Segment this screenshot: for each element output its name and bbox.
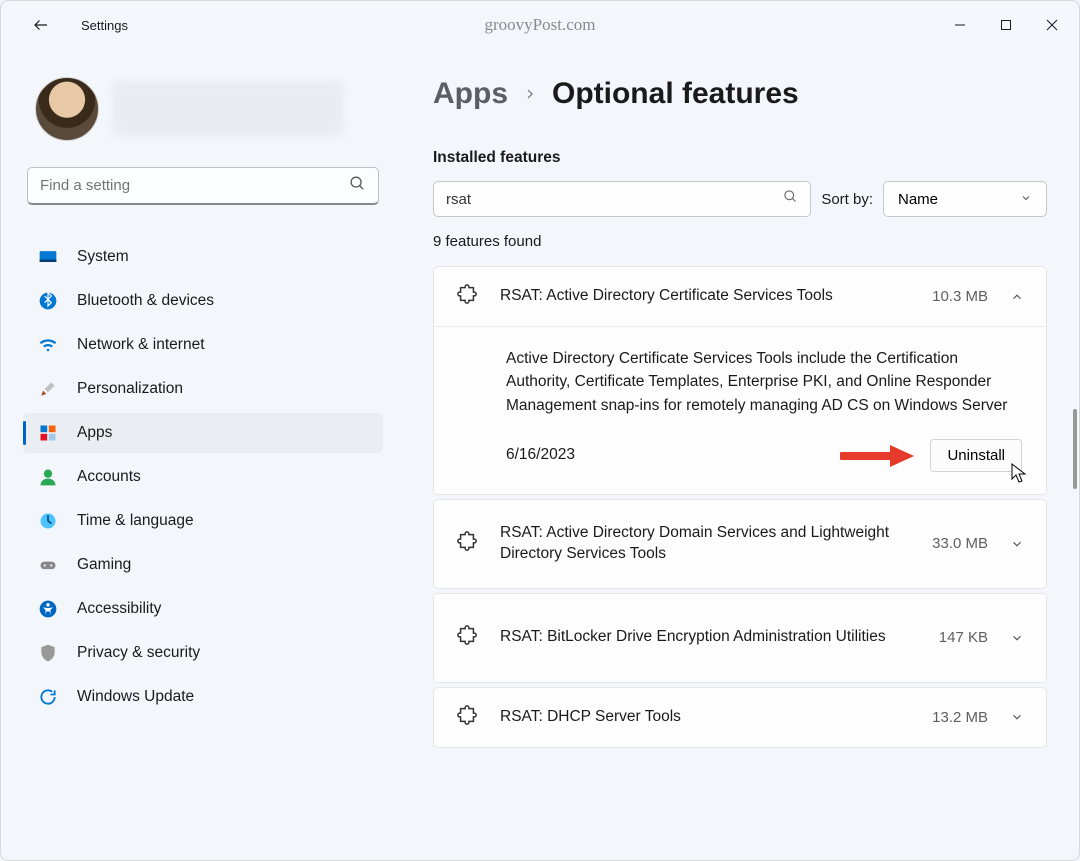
sidebar-item-apps[interactable]: Apps: [23, 413, 383, 453]
apps-icon: [37, 422, 59, 444]
uninstall-button[interactable]: Uninstall: [930, 439, 1022, 472]
accessibility-icon: [37, 598, 59, 620]
search-icon: [349, 175, 366, 197]
settings-search-input[interactable]: [40, 177, 349, 194]
feature-body: Active Directory Certificate Services To…: [434, 326, 1046, 494]
sidebar-item-accounts[interactable]: Accounts: [23, 457, 383, 497]
system-icon: [37, 246, 59, 268]
breadcrumb-current: Optional features: [552, 77, 799, 111]
back-button[interactable]: [21, 5, 61, 45]
clock-globe-icon: [37, 510, 59, 532]
main-content: Apps Optional features Installed feature…: [401, 49, 1079, 860]
feature-size: 147 KB: [916, 629, 988, 646]
feature-card: RSAT: DHCP Server Tools 13.2 MB: [433, 687, 1047, 748]
nav-label: Windows Update: [77, 688, 194, 706]
nav-label: Gaming: [77, 556, 131, 574]
chevron-down-icon: [1010, 710, 1024, 724]
shield-icon: [37, 642, 59, 664]
nav-label: Network & internet: [77, 336, 205, 354]
feature-title: RSAT: Active Directory Domain Services a…: [500, 523, 894, 565]
sort-value: Name: [898, 191, 938, 208]
puzzle-icon: [456, 283, 478, 310]
sidebar-item-time[interactable]: Time & language: [23, 501, 383, 541]
feature-description: Active Directory Certificate Services To…: [506, 347, 1022, 417]
nav-label: Apps: [77, 424, 112, 442]
close-button[interactable]: [1029, 9, 1075, 41]
breadcrumb: Apps Optional features: [433, 77, 1047, 111]
user-name-redacted: [113, 82, 343, 136]
nav-label: Privacy & security: [77, 644, 200, 662]
feature-footer: 6/16/2023 Uninstall: [506, 439, 1022, 472]
user-account-row[interactable]: [35, 77, 387, 141]
puzzle-icon: [456, 530, 478, 557]
sidebar-item-network[interactable]: Network & internet: [23, 325, 383, 365]
feature-card: RSAT: BitLocker Drive Encryption Adminis…: [433, 593, 1047, 683]
sort-label: Sort by:: [821, 191, 873, 208]
feature-header[interactable]: RSAT: BitLocker Drive Encryption Adminis…: [434, 594, 1046, 682]
update-icon: [37, 686, 59, 708]
feature-date: 6/16/2023: [506, 446, 575, 464]
sidebar-item-accessibility[interactable]: Accessibility: [23, 589, 383, 629]
chevron-down-icon: [1010, 537, 1024, 551]
maximize-button[interactable]: [983, 9, 1029, 41]
feature-header[interactable]: RSAT: Active Directory Certificate Servi…: [434, 267, 1046, 326]
feature-title: RSAT: DHCP Server Tools: [500, 707, 894, 728]
sidebar-item-privacy[interactable]: Privacy & security: [23, 633, 383, 673]
paintbrush-icon: [37, 378, 59, 400]
feature-list: RSAT: Active Directory Certificate Servi…: [433, 266, 1047, 748]
person-icon: [37, 466, 59, 488]
minimize-button[interactable]: [937, 9, 983, 41]
feature-size: 10.3 MB: [916, 288, 988, 305]
sort-select[interactable]: Name: [883, 181, 1047, 217]
nav-label: Accessibility: [77, 600, 161, 618]
feature-title: RSAT: Active Directory Certificate Servi…: [500, 286, 894, 307]
sidebar-item-gaming[interactable]: Gaming: [23, 545, 383, 585]
nav-label: Bluetooth & devices: [77, 292, 214, 310]
feature-search[interactable]: [433, 181, 811, 217]
bluetooth-icon: [37, 290, 59, 312]
feature-size: 33.0 MB: [916, 535, 988, 552]
chevron-right-icon: [524, 83, 536, 106]
titlebar: Settings groovyPost.com: [1, 1, 1079, 49]
nav-label: Personalization: [77, 380, 183, 398]
scrollbar-thumb[interactable]: [1073, 409, 1077, 489]
chevron-down-icon: [1020, 191, 1032, 208]
wifi-icon: [37, 334, 59, 356]
nav-label: Accounts: [77, 468, 141, 486]
annotation-arrow: [840, 443, 920, 469]
chevron-up-icon: [1010, 290, 1024, 304]
feature-size: 13.2 MB: [916, 709, 988, 726]
gamepad-icon: [37, 554, 59, 576]
section-title: Installed features: [433, 149, 1047, 167]
settings-search[interactable]: [27, 167, 379, 205]
sidebar: System Bluetooth & devices Network & int…: [1, 49, 401, 860]
window-title: Settings: [81, 18, 128, 33]
puzzle-icon: [456, 624, 478, 651]
window-controls: [937, 9, 1075, 41]
nav-label: System: [77, 248, 129, 266]
sidebar-item-windows-update[interactable]: Windows Update: [23, 677, 383, 717]
feature-card: RSAT: Active Directory Domain Services a…: [433, 499, 1047, 589]
filter-row: Sort by: Name: [433, 181, 1047, 217]
feature-title: RSAT: BitLocker Drive Encryption Adminis…: [500, 627, 894, 648]
breadcrumb-parent[interactable]: Apps: [433, 77, 508, 111]
avatar: [35, 77, 99, 141]
puzzle-icon: [456, 704, 478, 731]
feature-card: RSAT: Active Directory Certificate Servi…: [433, 266, 1047, 495]
results-count: 9 features found: [433, 233, 1047, 250]
feature-header[interactable]: RSAT: Active Directory Domain Services a…: [434, 500, 1046, 588]
chevron-down-icon: [1010, 631, 1024, 645]
feature-header[interactable]: RSAT: DHCP Server Tools 13.2 MB: [434, 688, 1046, 747]
nav-list: System Bluetooth & devices Network & int…: [19, 233, 387, 854]
nav-label: Time & language: [77, 512, 194, 530]
feature-search-input[interactable]: [446, 191, 783, 208]
sidebar-item-personalization[interactable]: Personalization: [23, 369, 383, 409]
sidebar-item-bluetooth[interactable]: Bluetooth & devices: [23, 281, 383, 321]
watermark: groovyPost.com: [485, 15, 596, 35]
search-icon: [783, 189, 798, 209]
sidebar-item-system[interactable]: System: [23, 237, 383, 277]
